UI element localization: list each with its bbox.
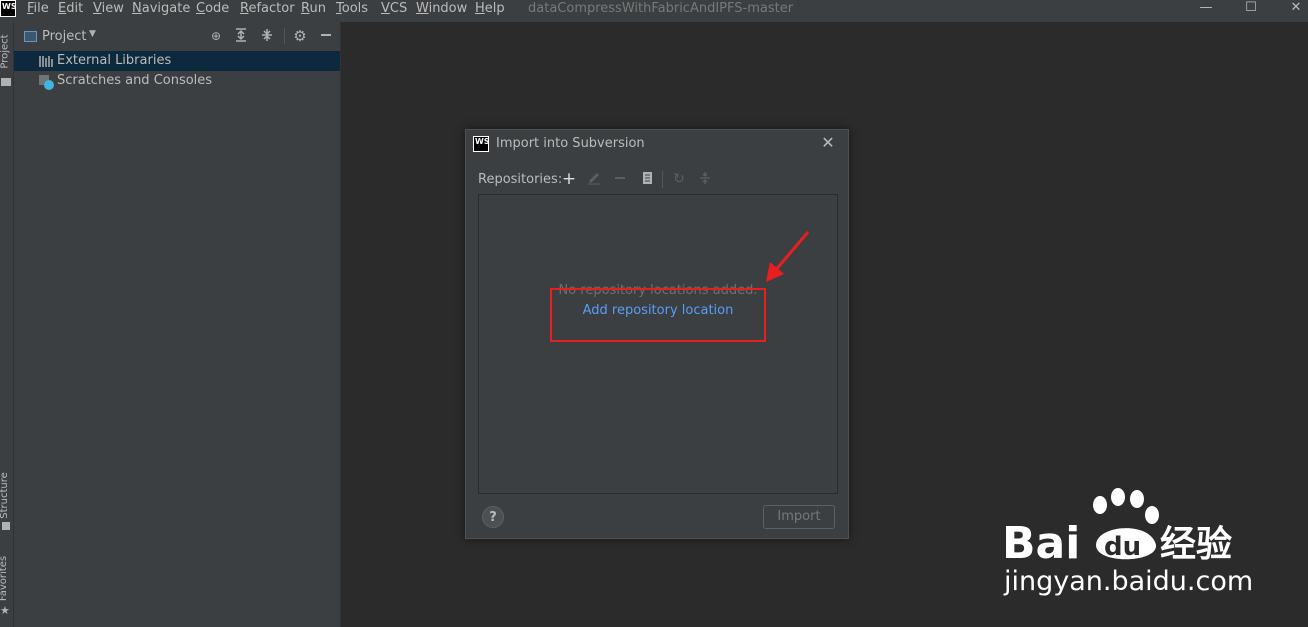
menu-window[interactable]: Window [416, 1, 467, 17]
svg-text:du: du [1104, 532, 1141, 562]
collapse-all-icon[interactable] [259, 28, 275, 44]
expand-all-icon[interactable] [233, 28, 249, 44]
chevron-down-icon[interactable]: ▼ [89, 29, 96, 39]
minimize-icon[interactable] [318, 28, 334, 44]
svg-text:经验: 经验 [1160, 524, 1232, 565]
minimize-button[interactable]: — [1186, 0, 1226, 18]
dialog-title: Import into Subversion [496, 136, 645, 151]
tab-favorites-label: Favorites [0, 555, 10, 602]
window-title: dataCompressWithFabricAndIPFS-master [528, 1, 794, 16]
menu-navigate[interactable]: Navigate [132, 1, 190, 17]
tab-project-label: Project [0, 34, 11, 69]
toolbar-separator [284, 28, 285, 44]
collapse-icon[interactable] [697, 171, 713, 187]
toolbar-separator [662, 171, 663, 188]
star-icon: ★ [0, 604, 10, 617]
scratches-icon [39, 74, 55, 90]
menu-tools[interactable]: Tools [336, 1, 368, 17]
project-view-icon [24, 31, 37, 42]
add-icon[interactable]: + [561, 171, 577, 188]
structure-icon [2, 522, 10, 530]
tree-label: Scratches and Consoles [57, 73, 213, 88]
menu-refactor[interactable]: Refactor [240, 1, 295, 17]
close-icon[interactable]: ✕ [818, 133, 838, 153]
menu-edit[interactable]: Edit [58, 1, 83, 17]
locate-icon[interactable]: ⊕ [208, 28, 224, 44]
edit-icon[interactable] [586, 171, 602, 187]
remove-icon[interactable] [612, 171, 628, 187]
menu-view[interactable]: View [93, 1, 124, 17]
svg-text:Bai: Bai [1002, 518, 1080, 569]
menu-vcs[interactable]: VCS [381, 1, 407, 17]
menu-code[interactable]: Code [196, 1, 229, 17]
repositories-label: Repositories: [478, 172, 563, 187]
import-button[interactable]: Import [763, 505, 835, 529]
menu-run[interactable]: Run [301, 1, 326, 17]
left-tool-stripe [0, 22, 14, 627]
help-button[interactable]: ? [482, 506, 504, 528]
browse-icon[interactable] [639, 171, 655, 187]
maximize-button[interactable]: ☐ [1231, 0, 1271, 18]
tab-structure[interactable]: Structure [0, 470, 13, 530]
app-logo-icon: WS [473, 136, 490, 152]
close-button[interactable]: ✕ [1276, 0, 1308, 18]
tree-label: External Libraries [57, 53, 172, 68]
watermark-url: jingyan.baidu.com [1004, 566, 1254, 597]
refresh-icon[interactable]: ↻ [671, 171, 687, 187]
project-panel: Project ▼ ⊕ ⚙ External Libraries Scratch… [14, 22, 341, 627]
tree-row-scratches[interactable]: Scratches and Consoles [14, 71, 340, 91]
highlight-box [550, 288, 766, 342]
tab-structure-label: Structure [0, 472, 10, 519]
tree-row-external-libraries[interactable]: External Libraries [14, 51, 340, 71]
folder-icon [1, 78, 11, 86]
annotation-arrow-icon [766, 231, 810, 282]
tab-favorites[interactable]: Favorites [0, 555, 13, 605]
gear-icon[interactable]: ⚙ [292, 28, 308, 44]
project-view-selector[interactable]: Project [42, 29, 86, 44]
menu-help[interactable]: Help [475, 1, 505, 17]
app-logo-icon: WS [0, 0, 17, 17]
library-icon [39, 55, 53, 67]
menu-file[interactable]: File [27, 1, 49, 17]
